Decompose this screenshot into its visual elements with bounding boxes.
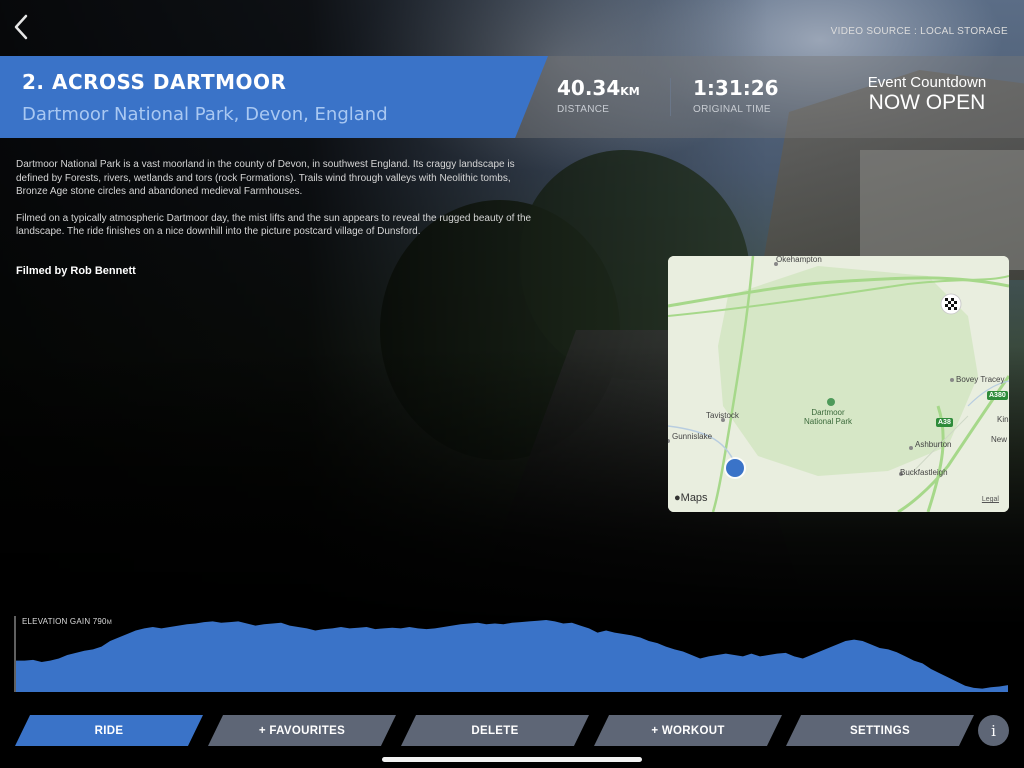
route-location: Dartmoor National Park, Devon, England	[22, 104, 388, 125]
event-countdown: Event Countdown NOW OPEN	[862, 74, 992, 115]
distance-unit: KM	[620, 85, 640, 98]
road-badge-a38: A38	[936, 418, 953, 427]
map-label-gunnislake: Gunnislake	[672, 432, 713, 441]
route-title-block	[0, 56, 548, 138]
settings-button[interactable]: SETTINGS	[786, 715, 974, 746]
map-label-park: Dartmoor National Park	[803, 408, 853, 426]
map-label-okehampton: Okehampton	[776, 256, 822, 264]
distance-label: DISTANCE	[557, 104, 610, 115]
map-brand: ●Maps	[674, 492, 708, 504]
home-indicator[interactable]	[382, 757, 642, 762]
map-label-ashburton: Ashburton	[915, 440, 952, 449]
stat-divider	[670, 78, 671, 116]
distance-stat: 40.34KM DISTANCE	[557, 76, 640, 115]
map-legal-link[interactable]: Legal	[982, 496, 999, 503]
finish-flag-icon	[940, 293, 962, 315]
start-location-marker-icon	[724, 457, 746, 479]
map-label-tavistock: Tavistock	[706, 411, 739, 420]
chevron-left-icon	[14, 14, 28, 40]
back-button[interactable]	[8, 10, 34, 44]
description-paragraph: Filmed on a typically atmospheric Dartmo…	[16, 212, 532, 238]
add-favourites-button[interactable]: + FAVOURITES	[208, 715, 396, 746]
time-value: 1:31:26	[693, 76, 779, 100]
countdown-label: Event Countdown	[867, 74, 987, 91]
route-description: Dartmoor National Park is a vast moorlan…	[16, 158, 536, 252]
apple-logo-icon: ●	[674, 492, 681, 504]
countdown-status: NOW OPEN	[868, 91, 986, 114]
map-label-bovey-tracey: Bovey Tracey	[956, 375, 1005, 384]
distance-value: 40.34	[557, 76, 621, 100]
elevation-profile-chart	[14, 616, 1008, 692]
map-label-buckfastleigh: Buckfastleigh	[900, 468, 948, 477]
description-paragraph: Dartmoor National Park is a vast moorlan…	[16, 159, 515, 197]
route-title: 2. ACROSS DARTMOOR	[22, 70, 287, 94]
map-label-newton: New	[991, 435, 1008, 444]
road-badge-a380: A380	[987, 391, 1008, 400]
ride-button[interactable]: RIDE	[15, 715, 203, 746]
time-stat: 1:31:26 ORIGINAL TIME	[693, 76, 779, 115]
video-source-label: VIDEO SOURCE : LOCAL STORAGE	[830, 26, 1008, 37]
film-credit: Filmed by Rob Bennett	[16, 265, 136, 277]
delete-button[interactable]: DELETE	[401, 715, 589, 746]
map-brand-label: Maps	[680, 492, 708, 504]
elevation-profile-area	[16, 620, 1008, 692]
add-workout-button[interactable]: + WORKOUT	[594, 715, 782, 746]
time-label: ORIGINAL TIME	[693, 104, 771, 115]
route-map[interactable]: Okehampton Bovey Tracey Tavistock Gunnis…	[668, 256, 1009, 512]
map-label-kings: Kin	[997, 415, 1009, 424]
info-button[interactable]: i	[978, 715, 1009, 746]
